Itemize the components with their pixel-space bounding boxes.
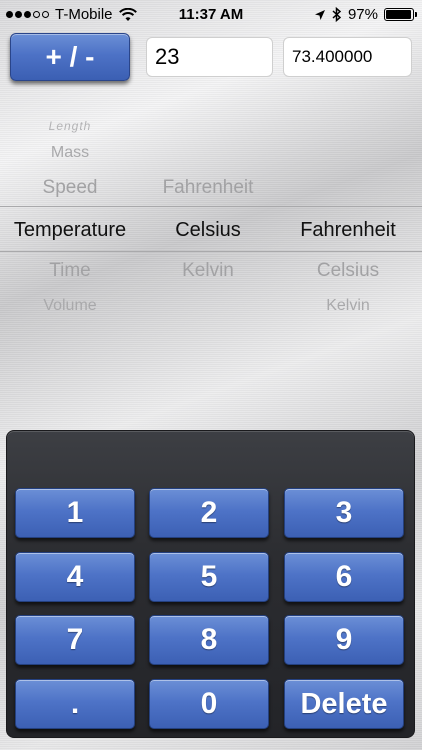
key-5[interactable]: 5 — [149, 552, 269, 602]
key-6[interactable]: 6 — [284, 552, 404, 602]
picker-from-unit-item[interactable]: Fahrenheit — [138, 177, 278, 199]
picker-category-item[interactable]: Mass — [0, 144, 140, 162]
picker-to-unit-item[interactable]: Kelvin — [278, 297, 418, 315]
key-4[interactable]: 4 — [15, 552, 135, 602]
battery-icon — [384, 8, 417, 21]
picker-category-item[interactable]: Length — [0, 119, 140, 133]
output-value-field[interactable]: 73.400000 — [283, 37, 412, 77]
picker-to-unit-item[interactable]: Celsius — [278, 260, 418, 282]
location-arrow-icon — [314, 9, 325, 20]
key-1[interactable]: 1 — [15, 488, 135, 538]
status-right: 97% — [314, 6, 417, 23]
status-bar: T-Mobile 11:37 AM 97% — [0, 0, 422, 30]
key-8[interactable]: 8 — [149, 615, 269, 665]
picker-to-unit-selected[interactable]: Fahrenheit — [278, 219, 418, 242]
picker-category-item[interactable]: Speed — [0, 177, 140, 199]
keypad: 1 2 3 4 5 6 7 8 9 . 0 Delete — [6, 430, 415, 738]
key-0[interactable]: 0 — [149, 679, 269, 729]
picker-category-selected[interactable]: Temperature — [0, 219, 140, 242]
input-value-field[interactable]: 23 — [146, 37, 273, 77]
picker-selection-bottom-line — [0, 251, 422, 252]
bluetooth-icon — [332, 7, 342, 22]
picker-category-item[interactable]: Time — [0, 260, 140, 282]
battery-percent: 97% — [347, 6, 378, 23]
picker-from-unit-item[interactable]: Kelvin — [138, 260, 278, 282]
picker-from-unit-selected[interactable]: Celsius — [138, 219, 278, 242]
sign-toggle-button[interactable]: + / - — [10, 33, 130, 81]
key-3[interactable]: 3 — [284, 488, 404, 538]
key-9[interactable]: 9 — [284, 615, 404, 665]
delete-button[interactable]: Delete — [284, 679, 404, 729]
key-2[interactable]: 2 — [149, 488, 269, 538]
key-7[interactable]: 7 — [15, 615, 135, 665]
picker-category-item[interactable]: Volume — [0, 297, 140, 315]
picker-selection-top-line — [0, 206, 422, 207]
key-decimal[interactable]: . — [15, 679, 135, 729]
